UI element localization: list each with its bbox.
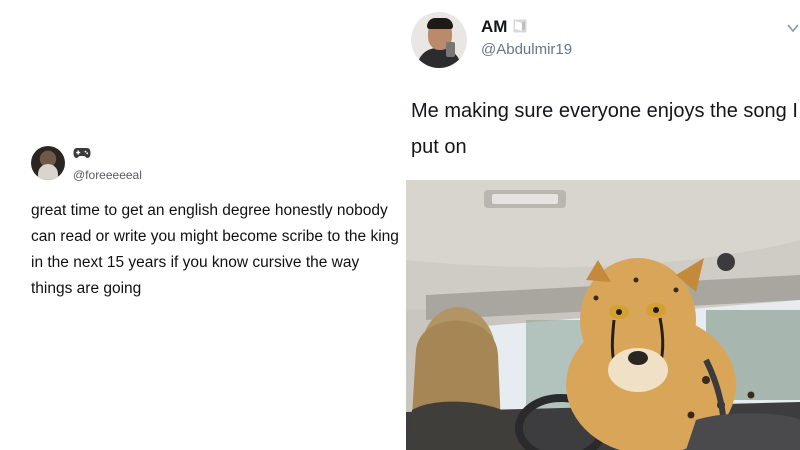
game-controller-icon	[73, 148, 91, 158]
tweet-text: great time to get an english degree hone…	[31, 202, 399, 297]
right-tweet-card: AM @Abdulmir19 Me making sure everyone e…	[400, 0, 800, 450]
user-handle[interactable]: @foreeeeeal	[73, 168, 142, 182]
avatar[interactable]	[31, 146, 65, 180]
user-handle[interactable]: @Abdulmir19	[481, 41, 572, 58]
display-name[interactable]: AM	[481, 17, 507, 37]
flag-icon	[513, 19, 527, 33]
chevron-down-icon[interactable]	[786, 22, 800, 34]
avatar[interactable]	[411, 12, 467, 68]
left-tweet-card: @foreeeeeal great time to get an english…	[0, 0, 400, 450]
cheetah-in-car-image[interactable]	[406, 180, 800, 450]
tweet-text: Me making sure everyone enjoys the song …	[411, 100, 798, 158]
